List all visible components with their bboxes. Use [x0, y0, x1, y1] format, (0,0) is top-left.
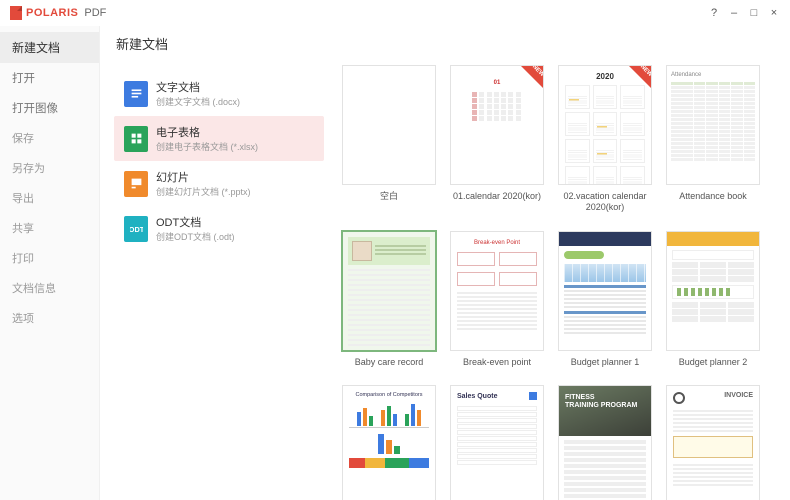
- doc-type-green[interactable]: 电子表格创建电子表格文档 (*.xlsx): [114, 116, 324, 161]
- new-badge-icon: NEW: [519, 65, 544, 90]
- template-label: Attendance book: [679, 191, 747, 202]
- template-thumb: Sales Quote: [450, 385, 544, 500]
- doc-type-name: 文字文档: [156, 79, 240, 95]
- template-thumb: [666, 231, 760, 351]
- doc-type-list: 文字文档创建文字文档 (.docx)电子表格创建电子表格文档 (*.xlsx)幻…: [114, 65, 324, 500]
- minimize-button[interactable]: –: [724, 3, 744, 23]
- template-label: Baby care record: [355, 357, 424, 368]
- template-label: 空白: [380, 191, 398, 202]
- doc-type-orange[interactable]: 幻灯片创建幻灯片文档 (*.pptx): [114, 161, 324, 206]
- template-label: Budget planner 1: [571, 357, 640, 368]
- template-breakeven[interactable]: Break-even Point Break-even point: [450, 231, 544, 368]
- template-invoice[interactable]: INVOICEInvoice: [666, 385, 760, 500]
- sidebar-item-6: 共享: [0, 213, 99, 243]
- template-label: Budget planner 2: [679, 357, 748, 368]
- template-thumb: INVOICE: [666, 385, 760, 500]
- template-estimate[interactable]: Sales QuoteEstimate: [450, 385, 544, 500]
- template-thumb: Attendance: [666, 65, 760, 185]
- logo-name: POLARIS: [26, 7, 78, 19]
- template-label: 01.calendar 2020(kor): [453, 191, 541, 202]
- template-baby[interactable]: Baby care record: [342, 231, 436, 368]
- doc-type-icon: ODT: [124, 216, 148, 242]
- doc-type-icon: [124, 81, 148, 107]
- app-logo: POLARIS PDF: [6, 6, 106, 20]
- template-budget1[interactable]: Budget planner 1: [558, 231, 652, 368]
- template-thumb: [558, 231, 652, 351]
- template-cal-month[interactable]: NEW01 01.calendar 2020(kor): [450, 65, 544, 213]
- sidebar: 新建文档打开打开图像保存另存为导出共享打印文档信息选项: [0, 26, 100, 500]
- svg-text:ODT: ODT: [130, 225, 143, 234]
- template-health[interactable]: FITNESSTRAINING PROGRAMHealth: [558, 385, 652, 500]
- template-attendance[interactable]: Attendance Attendance book: [666, 65, 760, 213]
- template-cal-year[interactable]: NEW2020 02.vacation calendar 2020(kor): [558, 65, 652, 213]
- sidebar-item-4: 另存为: [0, 153, 99, 183]
- sidebar-item-8: 文档信息: [0, 273, 99, 303]
- doc-type-cyan[interactable]: ODT ODT文档创建ODT文档 (.odt): [114, 206, 324, 251]
- sidebar-item-1[interactable]: 打开: [0, 63, 99, 93]
- sidebar-item-2[interactable]: 打开图像: [0, 93, 99, 123]
- sidebar-item-0[interactable]: 新建文档: [0, 32, 99, 63]
- doc-type-ext: 创建电子表格文档 (*.xlsx): [156, 140, 258, 153]
- template-blank[interactable]: 空白: [342, 65, 436, 213]
- sidebar-item-3: 保存: [0, 123, 99, 153]
- template-thumb: [342, 65, 436, 185]
- titlebar: POLARIS PDF ? – □ ×: [0, 0, 790, 26]
- sidebar-item-5: 导出: [0, 183, 99, 213]
- doc-type-name: 幻灯片: [156, 169, 251, 185]
- doc-type-icon: [124, 171, 148, 197]
- doc-type-name: 电子表格: [156, 124, 258, 140]
- sidebar-item-7: 打印: [0, 243, 99, 273]
- template-label: Break-even point: [463, 357, 531, 368]
- doc-type-name: ODT文档: [156, 214, 235, 230]
- close-button[interactable]: ×: [764, 3, 784, 23]
- template-budget2[interactable]: Budget planner 2: [666, 231, 760, 368]
- page-title: 新建文档: [100, 26, 790, 59]
- maximize-button[interactable]: □: [744, 3, 764, 23]
- doc-type-ext: 创建文字文档 (.docx): [156, 95, 240, 108]
- doc-type-ext: 创建幻灯片文档 (*.pptx): [156, 185, 251, 198]
- template-thumb: [342, 231, 436, 351]
- template-thumb: Comparison of Competitors: [342, 385, 436, 500]
- logo-suffix: PDF: [84, 7, 106, 19]
- doc-type-ext: 创建ODT文档 (.odt): [156, 230, 235, 243]
- template-thumb: NEW2020: [558, 65, 652, 185]
- help-button[interactable]: ?: [704, 3, 724, 23]
- template-gallery: 空白 NEW01 01.calendar 2020(kor) NEW2020 02.va…: [324, 65, 780, 500]
- template-thumb: Break-even Point: [450, 231, 544, 351]
- template-chart[interactable]: Comparison of CompetitorsChart: [342, 385, 436, 500]
- template-label: 02.vacation calendar 2020(kor): [558, 191, 652, 213]
- sidebar-item-9: 选项: [0, 303, 99, 333]
- template-thumb: NEW01: [450, 65, 544, 185]
- doc-type-blue[interactable]: 文字文档创建文字文档 (.docx): [114, 71, 324, 116]
- template-thumb: FITNESSTRAINING PROGRAM: [558, 385, 652, 500]
- logo-icon: [10, 6, 22, 20]
- doc-type-icon: [124, 126, 148, 152]
